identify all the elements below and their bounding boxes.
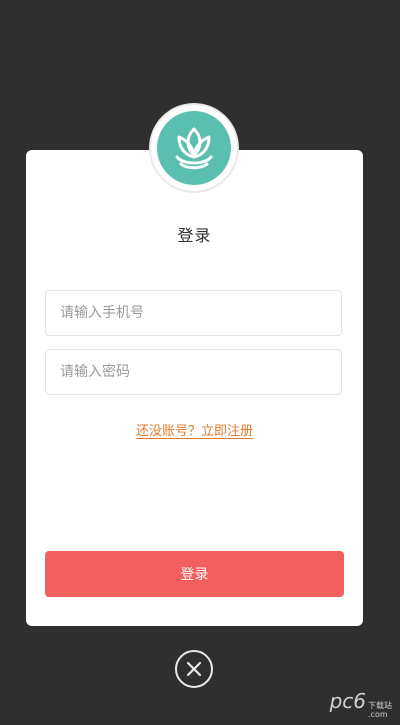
site-watermark: pc6 下载站 .com xyxy=(330,689,392,719)
watermark-sub: 下载站 .com xyxy=(368,701,392,719)
watermark-sub-top: 下载站 xyxy=(368,701,392,710)
password-input[interactable] xyxy=(46,350,341,394)
close-circle-icon xyxy=(186,661,202,677)
watermark-main: pc6 xyxy=(329,689,366,713)
close-button[interactable] xyxy=(175,650,213,688)
phone-input[interactable] xyxy=(46,291,341,335)
phone-field[interactable] xyxy=(45,290,342,336)
lotus-logo-icon xyxy=(157,111,231,185)
register-link[interactable]: 还没账号？立即注册 xyxy=(136,424,253,439)
register-row: 还没账号？立即注册 xyxy=(26,420,363,439)
login-title: 登录 xyxy=(177,226,212,245)
watermark-sub-bottom: .com xyxy=(368,710,388,719)
password-field[interactable] xyxy=(45,349,342,395)
login-card: 登录 还没账号？立即注册 登录 xyxy=(26,150,363,626)
app-logo xyxy=(151,105,237,191)
login-button[interactable]: 登录 xyxy=(45,551,344,597)
